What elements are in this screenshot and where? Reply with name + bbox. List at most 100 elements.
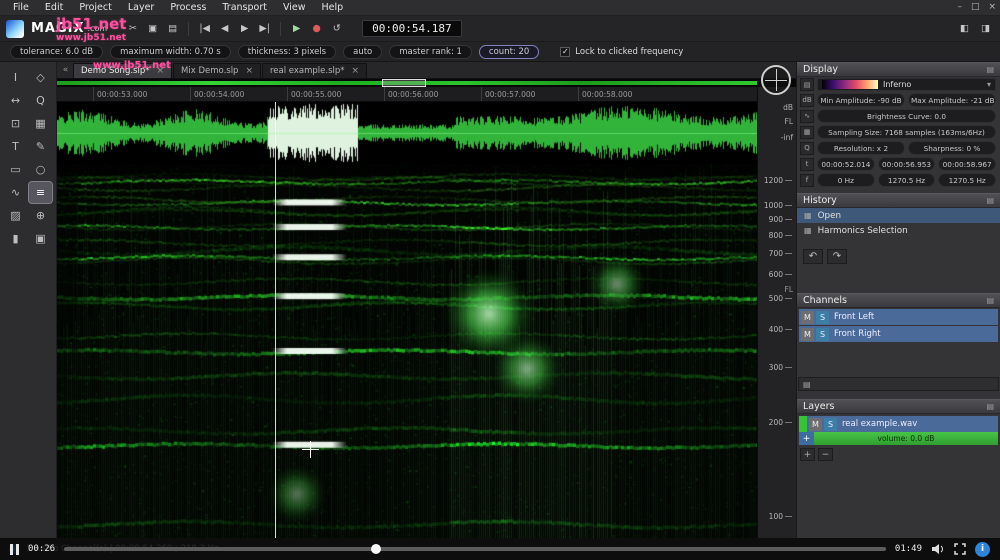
setting-field[interactable]: maximum width: 0.70 s <box>110 44 231 59</box>
draw-tool[interactable]: ✎ <box>29 136 52 157</box>
document-tab[interactable]: real example.slp* × <box>262 63 368 78</box>
sampling-grid-icon[interactable]: ▦ <box>800 125 814 139</box>
player-progress-thumb[interactable] <box>371 544 382 554</box>
rect-select-tool[interactable]: ▭ <box>4 159 27 180</box>
time-ruler[interactable]: 00:00:53.000 00:00:54.000 00:00:55.000 00:0… <box>57 87 757 102</box>
lock-frequency-option[interactable]: ✓ Lock to clicked frequency <box>560 46 683 57</box>
eraser-tool[interactable]: ▨ <box>4 205 27 226</box>
amplitude-icon[interactable]: dB <box>800 93 814 107</box>
lasso-select-tool[interactable]: ○ <box>29 159 52 180</box>
toolbar-separator[interactable] <box>280 21 282 36</box>
min-amplitude-field[interactable]: Min Amplitude: -90 dB <box>817 93 905 107</box>
frequency-scale[interactable]: 1200 1000 900 800 700 600 500 400 300 200 100 <box>758 164 796 538</box>
paste-icon[interactable]: ▤ <box>164 20 181 38</box>
history-item[interactable]: ▦ Open <box>797 208 1000 223</box>
maximize-icon[interactable]: □ <box>971 2 980 12</box>
copy-icon[interactable]: ▣ <box>144 20 161 38</box>
fullscreen-icon[interactable] <box>954 543 966 555</box>
mute-button[interactable]: M <box>801 327 814 341</box>
sampling-size-field[interactable]: Sampling Size: 7168 samples (163ms/6Hz) <box>817 125 996 139</box>
cube-3d-tool[interactable]: ▣ <box>29 228 52 249</box>
solo-button[interactable]: S <box>816 327 829 341</box>
remove-layer-icon[interactable]: − <box>818 448 833 461</box>
menu-item[interactable]: File <box>6 1 36 14</box>
setting-field[interactable]: master rank: 1 <box>389 44 472 59</box>
pointer-tool[interactable]: ◇ <box>29 67 52 88</box>
close-icon[interactable]: × <box>988 2 996 12</box>
clone-stamp-tool[interactable]: ⊕ <box>29 205 52 226</box>
loop-icon[interactable]: ↺ <box>328 20 345 38</box>
freehand-select-tool[interactable]: ∿ <box>4 182 27 203</box>
waveform-canvas[interactable] <box>57 102 757 164</box>
menu-item[interactable]: Edit <box>38 1 70 14</box>
channels-panel-header[interactable]: Channels ▤ <box>797 293 1000 308</box>
brush-tool[interactable]: ▮ <box>4 228 27 249</box>
setting-field[interactable]: count: 20 <box>478 44 540 59</box>
menu-item[interactable]: Help <box>315 1 351 14</box>
layout-left-icon[interactable]: ◧ <box>956 20 973 38</box>
layers-panel-header[interactable]: Layers ▤ <box>797 399 1000 414</box>
harmonics-select-tool[interactable]: ≡ <box>28 181 53 204</box>
sharpness-field[interactable]: Sharpness: 0 % <box>908 141 996 155</box>
layer-volume-slider[interactable]: volume: 0.0 dB <box>814 432 998 445</box>
step-forward-icon[interactable]: ▶ <box>236 20 253 38</box>
menu-item[interactable]: Transport <box>215 1 274 14</box>
layout-split-icon[interactable]: ◨ <box>977 20 994 38</box>
menu-item[interactable]: Layer <box>121 1 162 14</box>
history-panel-header[interactable]: History ▤ <box>797 193 1000 208</box>
play-icon[interactable]: ▶ <box>288 20 305 38</box>
go-to-end-icon[interactable]: ▶| <box>256 20 273 38</box>
lock-frequency-checkbox[interactable]: ✓ <box>560 46 571 57</box>
tab-close-icon[interactable]: × <box>352 66 360 76</box>
colormap-select[interactable]: Inferno ▾ <box>817 78 996 91</box>
toolbar-separator[interactable] <box>188 21 190 36</box>
cut-icon[interactable]: ✂ <box>124 20 141 38</box>
Front Left[interactable]: M S Front Left <box>799 309 998 325</box>
layer-solo-button[interactable]: S <box>824 417 837 431</box>
layer-volume-icon[interactable]: + <box>799 432 814 445</box>
resolution-field[interactable]: Resolution: x 2 <box>817 141 905 155</box>
layer-mute-button[interactable]: M <box>809 417 822 431</box>
menu-item[interactable]: Project <box>72 1 119 14</box>
spectrogram-canvas[interactable] <box>57 164 757 538</box>
resolution-zoom-icon[interactable]: Q <box>800 141 814 155</box>
menu-item[interactable]: Process <box>163 1 213 14</box>
volume-icon[interactable] <box>931 543 945 555</box>
zoom-tool[interactable]: Q <box>29 90 52 111</box>
navigation-target-icon[interactable] <box>761 65 791 95</box>
add-layer-icon[interactable]: + <box>800 448 815 461</box>
pan-tool[interactable]: ↔ <box>4 90 27 111</box>
document-tab[interactable]: Mix Demo.slp × <box>173 63 261 78</box>
history-item[interactable]: ▦ Harmonics Selection <box>797 223 1000 238</box>
undo-icon[interactable]: ↶ <box>803 249 823 264</box>
layer-row[interactable]: M S real example.wav <box>799 416 998 432</box>
colormap-icon[interactable]: ▤ <box>800 78 814 91</box>
solo-button[interactable]: S <box>816 310 829 324</box>
go-to-start-icon[interactable]: |◀ <box>196 20 213 38</box>
minimize-icon[interactable]: – <box>957 2 962 12</box>
help-info-icon[interactable]: i <box>975 541 990 557</box>
pause-icon[interactable] <box>10 543 19 555</box>
collapse-panel-icon[interactable]: « <box>59 65 72 75</box>
player-seek-bar[interactable] <box>64 544 886 554</box>
tab-close-icon[interactable]: × <box>245 66 253 76</box>
setting-field[interactable]: tolerance: 6.0 dB <box>10 44 104 59</box>
brightness-curve-field[interactable]: Brightness Curve: 0.0 <box>817 109 996 123</box>
time-select-tool[interactable]: I <box>4 67 27 88</box>
crop-tool[interactable]: ⊡ <box>4 113 27 134</box>
freq-unit-icon[interactable]: f <box>800 173 814 187</box>
timeline-overview[interactable] <box>57 79 796 87</box>
step-back-icon[interactable]: ◀ <box>216 20 233 38</box>
mute-button[interactable]: M <box>801 310 814 324</box>
brightness-curve-icon[interactable]: ∿ <box>800 109 814 123</box>
Front Right[interactable]: M S Front Right <box>799 326 998 342</box>
layer-color-chip[interactable] <box>799 416 807 432</box>
display-panel-header[interactable]: Display ▤ <box>797 62 1000 77</box>
transform-tool[interactable]: ▦ <box>29 113 52 134</box>
setting-field[interactable]: auto <box>343 44 383 59</box>
max-amplitude-field[interactable]: Max Amplitude: -21 dB <box>908 93 996 107</box>
marker-tool[interactable]: T <box>4 136 27 157</box>
time-unit-icon[interactable]: t <box>800 157 814 171</box>
list-icon[interactable]: ▤ <box>803 380 811 389</box>
playhead[interactable] <box>275 102 276 538</box>
